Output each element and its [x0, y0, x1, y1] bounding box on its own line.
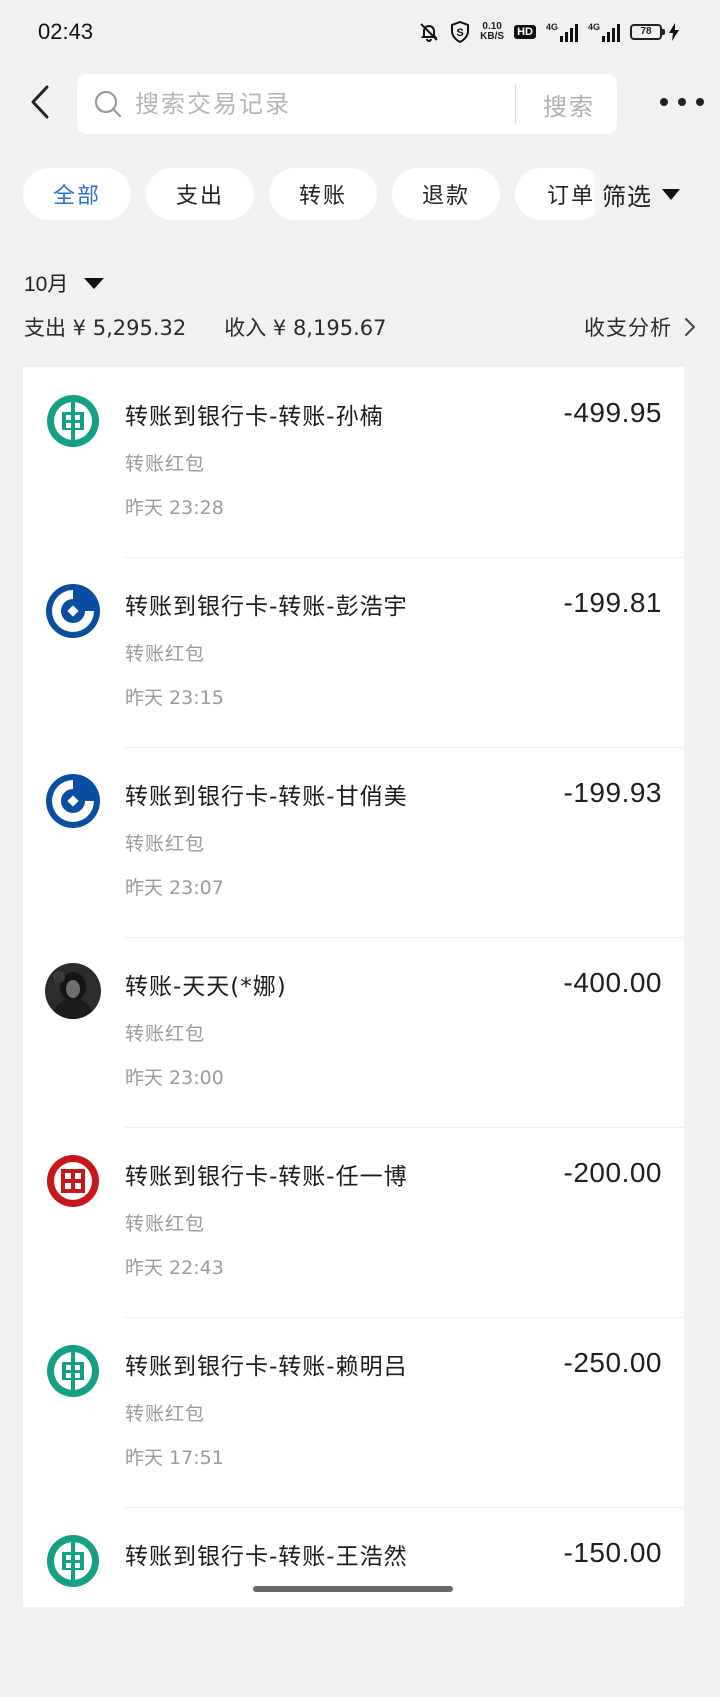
transaction-time: 昨天 23:28	[125, 497, 224, 519]
transaction-amount: -150.00	[563, 1537, 662, 1568]
transaction-row[interactable]: 转账到银行卡-转账-甘俏美 转账红包 昨天 23:07 -199.93	[23, 747, 684, 937]
chip-expense[interactable]: 支出	[146, 168, 254, 220]
mute-bell-icon	[420, 23, 438, 42]
search-divider	[515, 84, 516, 124]
search-bar[interactable]: 搜索	[77, 74, 617, 134]
battery-level: 78	[630, 24, 662, 40]
more-dot	[660, 98, 668, 106]
row-divider	[125, 747, 684, 748]
month-selector[interactable]: 10月	[24, 268, 105, 298]
transaction-row[interactable]: 转账到银行卡-转账-彭浩宇 转账红包 昨天 23:15 -199.81	[23, 557, 684, 747]
transaction-row[interactable]: 转账-天天(*娜) 转账红包 昨天 23:00 -400.00	[23, 937, 684, 1127]
status-icons: S 0.10 KB/S HD 4G 4G 78	[418, 21, 680, 43]
row-divider	[125, 557, 684, 558]
search-icon	[94, 90, 122, 118]
transaction-time: 昨天 23:15	[125, 687, 224, 709]
battery-indicator: 78	[630, 23, 680, 41]
transaction-amount: -250.00	[563, 1347, 662, 1378]
signal-1-label: 4G	[545, 22, 558, 32]
transaction-title: 转账到银行卡-转账-甘俏美	[125, 784, 408, 810]
transaction-title: 转账到银行卡-转账-任一博	[125, 1164, 408, 1190]
transaction-title: 转账到银行卡-转账-王浩然	[125, 1544, 408, 1570]
transaction-title: 转账-天天(*娜)	[125, 974, 287, 1000]
charging-bolt-icon	[669, 23, 679, 41]
signal-2: 4G	[588, 22, 620, 42]
transaction-amount: -499.95	[563, 397, 662, 428]
search-header: 搜索	[0, 72, 720, 136]
transaction-category: 转账红包	[125, 1403, 206, 1425]
transaction-category: 转账红包	[125, 833, 206, 855]
dropdown-triangle-icon	[662, 188, 680, 200]
transaction-row[interactable]: 转账到银行卡-转账-任一博 转账红包 昨天 22:43 -200.00	[23, 1127, 684, 1317]
transaction-list: 转账到银行卡-转账-孙楠 转账红包 昨天 23:28 -499.95 转账到银行…	[23, 367, 684, 1607]
back-button[interactable]	[20, 82, 60, 122]
search-input[interactable]	[133, 89, 493, 119]
transaction-title: 转账到银行卡-转账-赖明吕	[125, 1354, 408, 1380]
row-divider	[125, 1507, 684, 1508]
transaction-row[interactable]: 转账到银行卡-转账-孙楠 转账红包 昨天 23:28 -499.95	[23, 367, 684, 557]
abc-bank-icon	[47, 1345, 99, 1397]
more-dot	[678, 98, 686, 106]
chevron-right-icon	[685, 318, 695, 336]
user-avatar	[45, 963, 101, 1019]
month-label: 10月	[24, 273, 69, 296]
icbc-bank-icon	[47, 1155, 99, 1207]
transaction-row[interactable]: 转账到银行卡-转账-王浩然 -150.00	[23, 1507, 684, 1697]
speed-unit: KB/S	[480, 31, 505, 42]
search-button[interactable]: 搜索	[529, 74, 609, 134]
expense-total: 支出 ¥ 5,295.32	[24, 316, 187, 340]
transaction-time: 昨天 23:07	[125, 877, 224, 899]
signal-1: 4G	[546, 22, 578, 42]
more-dot	[696, 98, 704, 106]
row-divider	[125, 1127, 684, 1128]
abc-bank-icon	[47, 395, 99, 447]
network-speed: 0.10 KB/S	[480, 22, 504, 42]
filter-label: 筛选	[602, 182, 652, 211]
transaction-category: 转账红包	[125, 453, 206, 475]
chip-transfer[interactable]: 转账	[269, 168, 377, 220]
transaction-amount: -199.93	[563, 777, 662, 808]
battery-tip	[662, 29, 665, 35]
more-options-button[interactable]	[660, 90, 704, 114]
chip-all[interactable]: 全部	[23, 168, 131, 220]
filter-chips: 全部 支出 转账 退款 订单 筛选	[0, 168, 720, 220]
svg-text:S: S	[457, 27, 464, 39]
ccb-bank-icon	[46, 584, 100, 638]
transaction-title: 转账到银行卡-转账-孙楠	[125, 404, 384, 430]
analysis-link[interactable]: 收支分析	[584, 312, 696, 342]
hd-badge: HD	[514, 25, 536, 39]
transaction-category: 转账红包	[125, 1023, 206, 1045]
abc-bank-icon	[47, 1535, 99, 1587]
dropdown-triangle-icon	[84, 277, 105, 289]
analysis-label: 收支分析	[584, 316, 672, 340]
transaction-amount: -200.00	[563, 1157, 662, 1188]
transaction-category: 转账红包	[125, 643, 206, 665]
transaction-time: 昨天 23:00	[125, 1067, 224, 1089]
ccb-bank-icon	[46, 774, 100, 828]
chip-refund[interactable]: 退款	[392, 168, 500, 220]
transaction-row[interactable]: 转账到银行卡-转账-赖明吕 转账红包 昨天 17:51 -250.00	[23, 1317, 684, 1507]
signal-bars-icon	[559, 24, 578, 42]
signal-bars-icon	[602, 24, 620, 42]
transaction-amount: -400.00	[563, 967, 662, 998]
filter-button[interactable]: 筛选	[594, 168, 720, 220]
status-time: 02:43	[38, 19, 94, 44]
shield-s-icon: S	[451, 21, 470, 43]
status-bar: 02:43 S 0.10 KB/S HD 4G 4G 78	[0, 0, 720, 64]
transaction-title: 转账到银行卡-转账-彭浩宇	[125, 594, 408, 620]
back-arrow-icon	[31, 85, 49, 119]
row-divider	[125, 1317, 684, 1318]
transaction-time: 昨天 22:43	[125, 1257, 224, 1279]
monthly-summary: 支出 ¥ 5,295.32 收入 ¥ 8,195.67 收支分析	[24, 312, 696, 342]
transaction-category: 转账红包	[125, 1213, 206, 1235]
chip-order[interactable]: 订单	[515, 168, 605, 220]
signal-2-label: 4G	[587, 22, 600, 32]
transaction-time: 昨天 17:51	[125, 1447, 224, 1469]
row-divider	[125, 937, 684, 938]
income-total: 收入 ¥ 8,195.67	[224, 316, 387, 340]
transaction-amount: -199.81	[563, 587, 662, 618]
home-indicator[interactable]	[253, 1586, 453, 1592]
